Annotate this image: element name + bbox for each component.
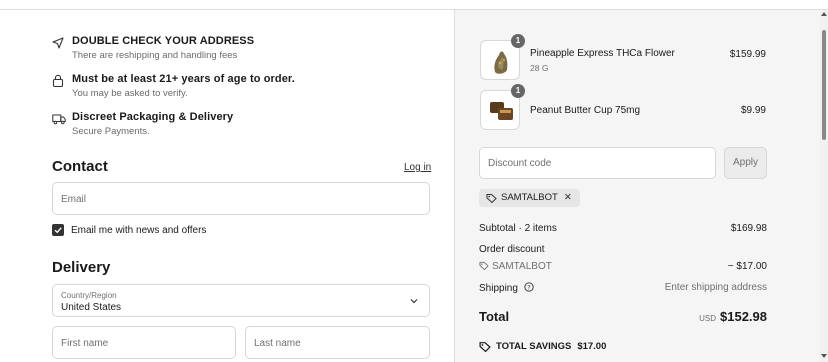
- notice-title: DOUBLE CHECK YOUR ADDRESS: [72, 35, 255, 47]
- truck-icon: [52, 112, 66, 126]
- item-price: $159.99: [729, 49, 766, 60]
- checkout-form-column: DOUBLE CHECK YOUR ADDRESS There are resh…: [0, 10, 454, 362]
- tag-icon: [479, 261, 489, 271]
- chevron-down-icon: [410, 299, 418, 304]
- discount-code-label: SAMTALBOT: [492, 261, 552, 272]
- top-bar: [0, 0, 828, 10]
- scrollbar-thumb[interactable]: [822, 30, 826, 140]
- quantity-badge: 1: [511, 34, 525, 48]
- order-summary-column: 1 Pineapple Express THCa Flower 28 G $15…: [454, 10, 820, 362]
- tag-icon: [486, 194, 497, 203]
- notice-age: Must be at least 21+ years of age to ord…: [52, 73, 295, 99]
- last-name-field[interactable]: Last name: [245, 326, 430, 359]
- currency-label: USD: [699, 314, 716, 323]
- item-name: Peanut Butter Cup 75mg: [530, 105, 641, 116]
- lock-icon: [52, 74, 66, 88]
- subtotal-label: Subtotal · 2 items: [479, 223, 557, 234]
- notice-title: Discreet Packaging & Delivery: [72, 111, 234, 123]
- order-discount-label: Order discount: [479, 244, 545, 255]
- product-image: 1: [480, 34, 525, 80]
- notice-title: Must be at least 21+ years of age to ord…: [72, 73, 295, 85]
- savings-label: TOTAL SAVINGS: [496, 341, 572, 352]
- email-placeholder: Email: [61, 194, 87, 205]
- item-name: Pineapple Express THCa Flower: [530, 48, 675, 59]
- shipping-label: Shipping: [479, 283, 518, 294]
- discount-code-row: SAMTALBOT − $17.00: [479, 261, 767, 272]
- notice-subtitle: There are reshipping and handling fees: [72, 50, 238, 61]
- subtotal-row: Subtotal · 2 items $169.98: [479, 223, 767, 234]
- shipping-row: Shipping ? Enter shipping address: [479, 282, 767, 294]
- scroll-up-arrow-icon[interactable]: [821, 12, 827, 16]
- apply-button[interactable]: Apply: [724, 147, 767, 179]
- applied-code: SAMTALBOT: [501, 192, 558, 203]
- cart-item: 1: [480, 34, 525, 80]
- notice-packaging: Discreet Packaging & Delivery Secure Pay…: [52, 111, 233, 137]
- notice-subtitle: You may be asked to verify.: [72, 88, 188, 99]
- total-label: Total: [479, 309, 510, 324]
- order-discount-row: Order discount: [479, 244, 767, 255]
- svg-text:?: ?: [527, 283, 530, 291]
- last-name-placeholder: Last name: [254, 338, 301, 349]
- total-savings: TOTAL SAVINGS $17.00: [479, 341, 606, 352]
- applied-discount-tag: SAMTALBOT ✕: [479, 189, 580, 207]
- first-name-field[interactable]: First name: [52, 326, 236, 359]
- newsletter-label: Email me with news and offers: [71, 225, 207, 236]
- navigation-arrow-icon: [52, 36, 66, 50]
- discount-placeholder: Discount code: [488, 158, 552, 169]
- notice-subtitle: Secure Payments.: [72, 126, 150, 137]
- quantity-badge: 1: [511, 84, 525, 98]
- notice-address: DOUBLE CHECK YOUR ADDRESS There are resh…: [52, 35, 254, 61]
- total-row: Total USD $152.98: [479, 309, 767, 324]
- item-price: $9.99: [740, 105, 766, 116]
- item-variant: 28 G: [530, 63, 549, 73]
- email-field[interactable]: Email: [52, 182, 430, 215]
- cart-item: 1: [480, 84, 525, 130]
- login-link[interactable]: Log in: [404, 162, 431, 173]
- country-label: Country/Region: [61, 291, 117, 300]
- subtotal-value: $169.98: [730, 223, 767, 234]
- scroll-down-arrow-icon[interactable]: [821, 354, 827, 358]
- country-select[interactable]: Country/Region United States: [52, 284, 430, 317]
- savings-value: $17.00: [577, 341, 607, 352]
- checkmark-icon: [54, 227, 62, 234]
- remove-discount-icon[interactable]: ✕: [564, 192, 572, 203]
- help-icon[interactable]: ?: [524, 282, 534, 292]
- discount-code-input[interactable]: Discount code: [479, 147, 716, 179]
- tag-icon: [479, 342, 491, 352]
- product-image: 1: [480, 84, 525, 130]
- first-name-placeholder: First name: [61, 338, 109, 349]
- country-value: United States: [61, 302, 122, 313]
- delivery-heading: Delivery: [52, 259, 111, 276]
- newsletter-checkbox[interactable]: [52, 224, 64, 236]
- discount-value: − $17.00: [727, 261, 767, 272]
- total-value: $152.98: [720, 309, 767, 324]
- shipping-value: Enter shipping address: [664, 282, 767, 293]
- contact-heading: Contact: [52, 158, 108, 175]
